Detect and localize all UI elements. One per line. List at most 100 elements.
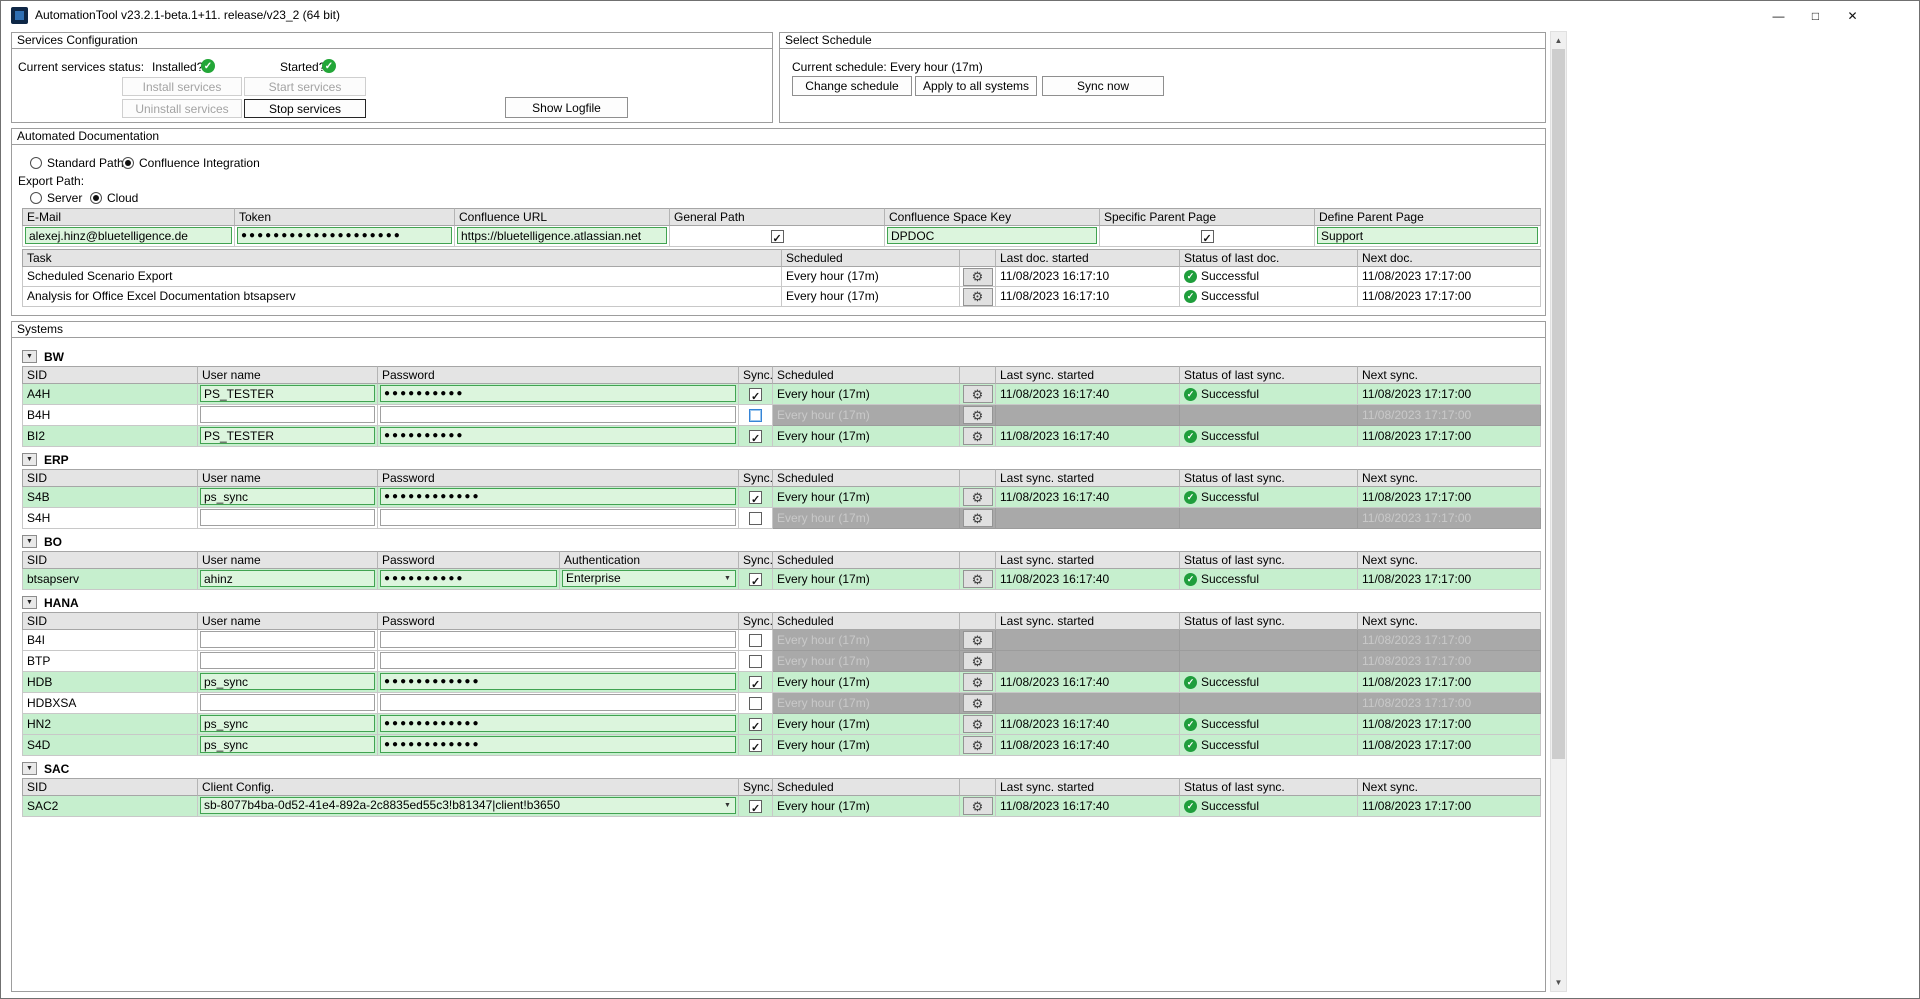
username-field[interactable] [200, 736, 375, 753]
client-config-select[interactable]: sb-8077b4ba-0d52-41e4-892a-2c8835ed55c3!… [200, 797, 736, 814]
username-field[interactable] [200, 427, 375, 444]
gear-button[interactable]: ⚙ [963, 406, 993, 424]
password-field[interactable] [380, 406, 736, 423]
collapse-group-button[interactable]: ▼ [22, 350, 37, 363]
general-path-checkbox[interactable] [771, 230, 784, 243]
show-logfile-button[interactable]: Show Logfile [505, 97, 628, 118]
gear-button[interactable]: ⚙ [963, 694, 993, 712]
gear-button[interactable]: ⚙ [963, 288, 993, 306]
sync-checkbox[interactable] [749, 800, 762, 813]
password-field[interactable] [380, 509, 736, 526]
sync-checkbox[interactable] [749, 718, 762, 731]
confluence-url-field[interactable] [457, 227, 667, 244]
install-services-button[interactable]: Install services [122, 77, 242, 96]
uninstall-services-button[interactable]: Uninstall services [122, 99, 242, 118]
username-field[interactable] [200, 570, 375, 587]
installed-label: Installed? [152, 60, 203, 74]
username-field[interactable] [200, 509, 375, 526]
password-field[interactable] [380, 570, 557, 587]
gear-button[interactable]: ⚙ [963, 797, 993, 815]
password-field[interactable] [380, 736, 736, 753]
confluence-integration-radio[interactable]: Confluence Integration [122, 156, 260, 170]
gear-icon: ⚙ [972, 409, 984, 422]
vertical-scrollbar[interactable]: ▲ ▼ [1550, 31, 1567, 992]
scroll-up-icon[interactable]: ▲ [1551, 32, 1566, 49]
gear-button[interactable]: ⚙ [963, 427, 993, 445]
change-schedule-button[interactable]: Change schedule [792, 76, 912, 96]
username-field[interactable] [200, 406, 375, 423]
sync-checkbox[interactable] [749, 491, 762, 504]
radio-unselected-icon [30, 192, 42, 204]
sid-cell: BI2 [22, 426, 198, 447]
last-sync-cell: 11/08/2023 16:17:40 [996, 714, 1180, 735]
gear-button[interactable]: ⚙ [963, 736, 993, 754]
sync-status-cell: Successful [1180, 735, 1358, 756]
password-field[interactable] [380, 488, 736, 505]
scrollbar-thumb[interactable] [1552, 49, 1565, 759]
gear-button[interactable]: ⚙ [963, 268, 993, 286]
password-field[interactable] [380, 385, 736, 402]
maximize-button[interactable]: □ [1797, 1, 1834, 30]
token-field[interactable] [237, 227, 452, 244]
gear-button[interactable]: ⚙ [963, 652, 993, 670]
sync-checkbox[interactable] [749, 409, 762, 422]
space-key-field[interactable] [887, 227, 1097, 244]
sync-checkbox[interactable] [749, 573, 762, 586]
sync-checkbox[interactable] [749, 739, 762, 752]
email-field[interactable] [25, 227, 232, 244]
gear-button[interactable]: ⚙ [963, 570, 993, 588]
password-field[interactable] [380, 673, 736, 690]
define-parent-page-field[interactable] [1317, 227, 1538, 244]
sync-checkbox[interactable] [749, 676, 762, 689]
username-field[interactable] [200, 715, 375, 732]
sync-checkbox[interactable] [749, 697, 762, 710]
username-field[interactable] [200, 488, 375, 505]
password-field[interactable] [380, 715, 736, 732]
collapse-group-button[interactable]: ▼ [22, 453, 37, 466]
stop-services-button[interactable]: Stop services [244, 99, 366, 118]
last-sync-cell: 11/08/2023 16:17:40 [996, 672, 1180, 693]
start-services-button[interactable]: Start services [244, 77, 366, 96]
cloud-radio[interactable]: Cloud [90, 191, 138, 205]
gear-button[interactable]: ⚙ [963, 488, 993, 506]
specific-parent-page-checkbox[interactable] [1201, 230, 1214, 243]
password-field[interactable] [380, 652, 736, 669]
apply-to-all-systems-button[interactable]: Apply to all systems [915, 76, 1037, 96]
gear-button[interactable]: ⚙ [963, 631, 993, 649]
sync-checkbox[interactable] [749, 512, 762, 525]
config-header-define-parent-page: Define Parent Page [1315, 208, 1541, 226]
collapse-group-button[interactable]: ▼ [22, 596, 37, 609]
standard-path-radio[interactable]: Standard Path [30, 156, 124, 170]
sync-checkbox[interactable] [749, 655, 762, 668]
sync-checkbox[interactable] [749, 634, 762, 647]
collapse-group-button[interactable]: ▼ [22, 535, 37, 548]
username-field[interactable] [200, 652, 375, 669]
sync-now-button[interactable]: Sync now [1042, 76, 1164, 96]
gear-button[interactable]: ⚙ [963, 673, 993, 691]
sync-checkbox[interactable] [749, 430, 762, 443]
minimize-button[interactable]: — [1760, 1, 1797, 30]
task-last-started-cell: 11/08/2023 16:17:10 [996, 267, 1180, 287]
close-button[interactable]: ✕ [1834, 1, 1871, 30]
gear-button[interactable]: ⚙ [963, 385, 993, 403]
server-radio[interactable]: Server [30, 191, 82, 205]
config-header-general-path: General Path [670, 208, 885, 226]
password-field[interactable] [380, 631, 736, 648]
username-field[interactable] [200, 694, 375, 711]
gear-button[interactable]: ⚙ [963, 509, 993, 527]
username-field[interactable] [200, 631, 375, 648]
erp-table: SIDUser namePasswordSync.ScheduledLast s… [22, 469, 1541, 529]
sync-status-cell: Successful [1180, 714, 1358, 735]
app-window: AutomationTool v23.2.1-beta.1+11. releas… [0, 0, 1920, 999]
username-field[interactable] [200, 673, 375, 690]
authentication-select[interactable]: Enterprise▼ [562, 570, 736, 587]
collapse-group-button[interactable]: ▼ [22, 762, 37, 775]
sync-checkbox[interactable] [749, 388, 762, 401]
gear-button[interactable]: ⚙ [963, 715, 993, 733]
column-header-row: SIDClient Config.Sync.ScheduledLast sync… [22, 778, 1541, 796]
sid-cell: SAC2 [22, 796, 198, 817]
password-field[interactable] [380, 694, 736, 711]
password-field[interactable] [380, 427, 736, 444]
scroll-down-icon[interactable]: ▼ [1551, 974, 1566, 991]
username-field[interactable] [200, 385, 375, 402]
